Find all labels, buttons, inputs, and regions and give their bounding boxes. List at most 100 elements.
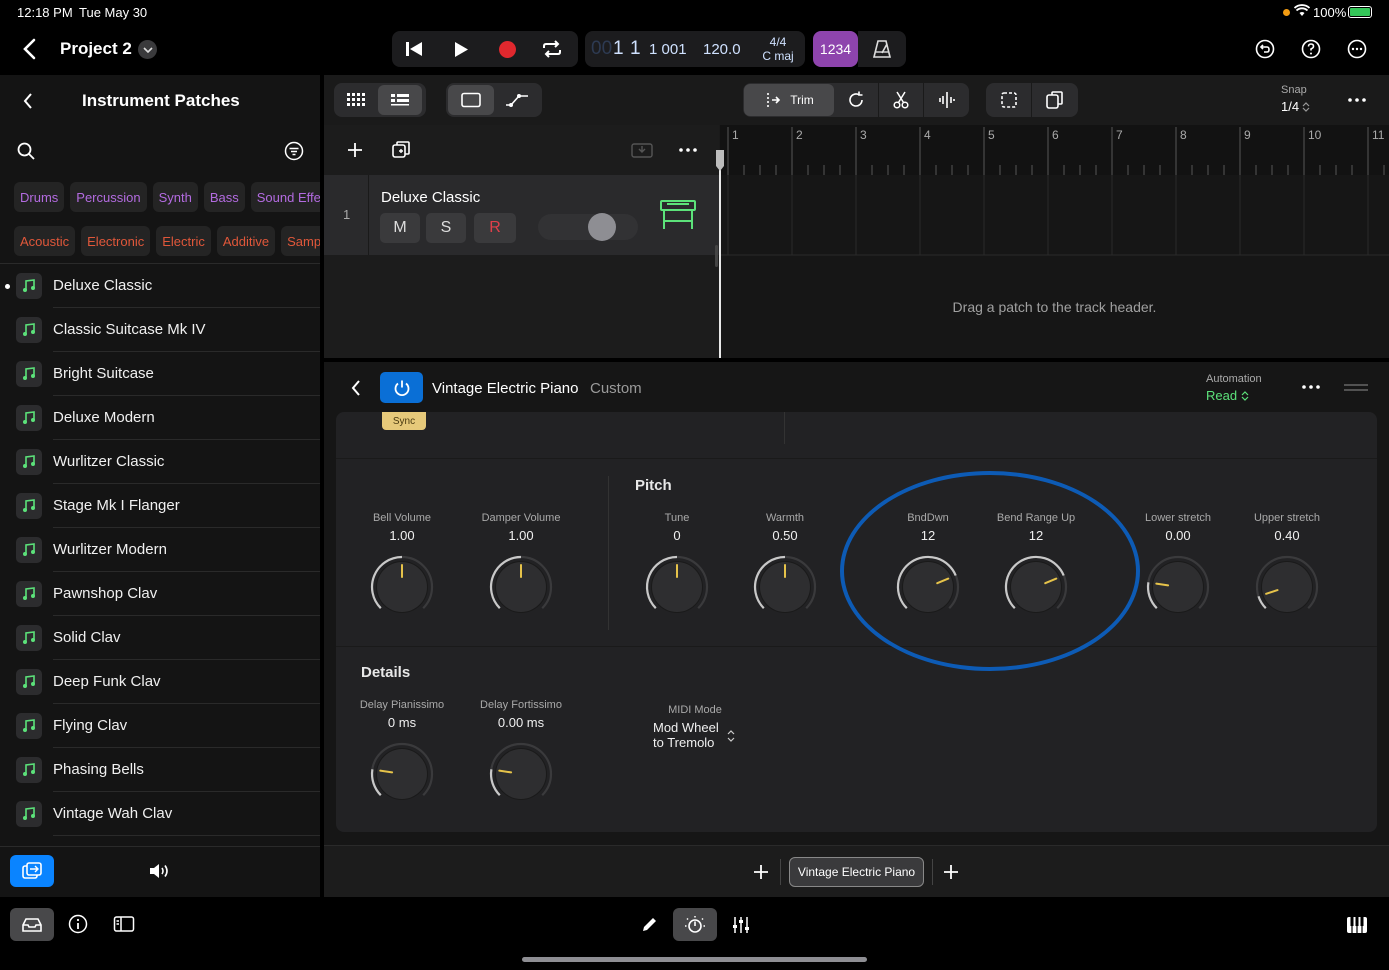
back-button[interactable] — [14, 31, 44, 67]
automation-mode-selector[interactable]: Read — [1206, 388, 1249, 403]
warmth-knob[interactable] — [752, 554, 818, 620]
patch-item[interactable]: Deluxe Modern — [0, 396, 320, 440]
warmth-label: Warmth — [765, 512, 805, 524]
track-timeline[interactable]: Drag a patch to the track header. — [720, 175, 1389, 358]
plugins-button[interactable] — [673, 908, 717, 941]
undo-history-button[interactable] — [1247, 31, 1283, 67]
patch-item[interactable]: Pawnshop Clav — [0, 572, 320, 616]
tag-additive[interactable]: Additive — [216, 226, 276, 256]
patch-item[interactable]: Phasing Bells — [0, 748, 320, 792]
record-enable-button[interactable]: R — [474, 213, 516, 243]
select-button[interactable] — [986, 83, 1032, 117]
patch-item[interactable]: Bright Suitcase — [0, 352, 320, 396]
add-track-button[interactable] — [342, 137, 368, 163]
loop-tool-button[interactable] — [834, 83, 879, 117]
tune-knob[interactable] — [644, 554, 710, 620]
track-row[interactable]: 1 Deluxe Classic M S R — [324, 175, 719, 255]
lower-stretch-knob[interactable] — [1145, 554, 1211, 620]
lcd-display[interactable]: 00 1 1 1 001 120.0 4/4 C maj — [585, 31, 805, 67]
more-options-button[interactable] — [1339, 31, 1375, 67]
tracks-view-button[interactable] — [378, 85, 422, 115]
browser-toggle-button[interactable] — [110, 910, 138, 938]
split-tool-button[interactable] — [879, 83, 924, 117]
knob-controls-icon — [685, 915, 705, 933]
search-button[interactable] — [12, 137, 40, 165]
upper-stretch-knob[interactable] — [1254, 554, 1320, 620]
go-to-start-button[interactable] — [400, 35, 428, 63]
plugin-power-button[interactable] — [380, 372, 423, 403]
tag-sampled[interactable]: Sampled — [281, 226, 320, 256]
tag-percussion[interactable]: Percussion — [70, 182, 147, 212]
cycle-button[interactable] — [538, 35, 566, 63]
instrument-patches-panel: Instrument Patches Drums Percussion Synt… — [0, 75, 320, 897]
tracks-more-button[interactable] — [1342, 85, 1372, 115]
tag-sound-effects[interactable]: Sound Effects — [250, 182, 320, 212]
track-name[interactable]: Deluxe Classic — [381, 189, 480, 206]
patch-item[interactable]: Deluxe Classic — [0, 264, 320, 308]
add-plugin-before-button[interactable] — [748, 859, 774, 885]
patch-item[interactable]: Deep Funk Clav — [0, 660, 320, 704]
keyboard-button[interactable] — [1343, 912, 1371, 938]
volume-slider-handle[interactable] — [588, 213, 616, 241]
music-note-icon — [16, 581, 42, 607]
plugin-preset[interactable]: Custom — [590, 380, 642, 397]
preview-sound-button[interactable] — [146, 857, 174, 885]
library-button[interactable] — [10, 908, 54, 941]
project-menu-button[interactable] — [138, 40, 157, 59]
patch-item[interactable]: Solid Clav — [0, 616, 320, 660]
region-view-button[interactable] — [448, 85, 494, 115]
replace-patch-button[interactable] — [10, 855, 54, 887]
midi-mode-selector[interactable]: Mod Wheel to Tremolo — [653, 720, 743, 750]
damper-volume-knob[interactable] — [488, 554, 554, 620]
solo-button[interactable]: S — [426, 213, 466, 243]
plugin-back-button[interactable] — [344, 376, 368, 400]
play-button[interactable] — [447, 35, 475, 63]
bell-volume-knob[interactable] — [369, 554, 435, 620]
count-in-button[interactable]: 1234 — [813, 31, 858, 67]
patch-item[interactable]: Wurlitzer Modern — [0, 528, 320, 572]
inspector-button[interactable] — [64, 910, 92, 938]
tag-electric[interactable]: Electric — [156, 226, 211, 256]
patch-item[interactable]: Wurlitzer Classic — [0, 440, 320, 484]
join-tool-button[interactable] — [924, 83, 969, 117]
tag-drums[interactable]: Drums — [14, 182, 65, 212]
duplicate-track-button[interactable] — [388, 137, 414, 163]
sync-button[interactable]: Sync — [382, 412, 426, 430]
delay-pianissimo-knob[interactable] — [369, 741, 435, 807]
volume-slider[interactable] — [538, 213, 638, 241]
add-plugin-after-button[interactable] — [938, 859, 964, 885]
project-title[interactable]: Project 2 — [60, 39, 132, 59]
track-header-more-button[interactable] — [674, 138, 702, 162]
filter-button[interactable] — [280, 137, 308, 165]
plugin-slot-vintage-electric-piano[interactable]: Vintage Electric Piano — [789, 857, 924, 887]
tag-acoustic[interactable]: Acoustic — [14, 226, 76, 256]
timeline-ruler[interactable]: 1 2 3 4 5 6 7 8 9 10 11 — [720, 125, 1389, 175]
snap-selector[interactable]: 1/4 — [1281, 99, 1310, 114]
patch-item[interactable]: Classic Suitcase Mk IV — [0, 308, 320, 352]
editor-button[interactable] — [636, 912, 662, 938]
ellipsis-icon — [679, 148, 697, 152]
delay-fortissimo-knob[interactable] — [488, 741, 554, 807]
playhead[interactable] — [719, 150, 721, 358]
record-button[interactable] — [493, 35, 521, 63]
mixer-button[interactable] — [728, 912, 754, 938]
import-button[interactable] — [630, 138, 654, 162]
automation-button[interactable] — [494, 83, 540, 117]
tag-electronic[interactable]: Electronic — [81, 226, 151, 256]
tag-synth[interactable]: Synth — [152, 182, 198, 212]
playhead-handle[interactable] — [715, 150, 725, 172]
patch-item[interactable]: Stage Mk I Flanger — [0, 484, 320, 528]
live-loops-button[interactable] — [334, 83, 378, 117]
help-button[interactable] — [1293, 31, 1329, 67]
plugin-more-button[interactable] — [1296, 374, 1326, 400]
plugin-resize-handle[interactable] — [1344, 384, 1368, 392]
bar-number: 6 — [1052, 128, 1059, 142]
tag-bass[interactable]: Bass — [203, 182, 245, 212]
trim-tool-button[interactable]: Trim — [744, 84, 834, 116]
patch-item[interactable]: Flying Clav — [0, 704, 320, 748]
patch-item[interactable]: Vintage Wah Clav — [0, 792, 320, 836]
mute-button[interactable]: M — [380, 213, 420, 243]
panel-back-button[interactable] — [14, 87, 42, 115]
copy-button[interactable] — [1032, 83, 1078, 117]
metronome-button[interactable] — [858, 31, 906, 67]
